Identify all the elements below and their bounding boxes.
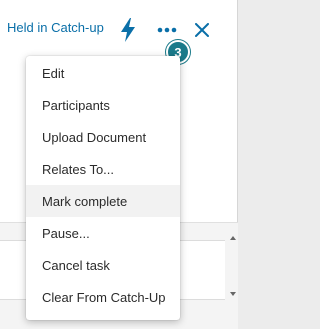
menu-item-upload-document[interactable]: Upload Document — [26, 121, 180, 153]
task-status-title[interactable]: Held in Catch-up — [7, 20, 104, 35]
lightning-bolt-button[interactable] — [118, 17, 138, 43]
menu-item-relates-to[interactable]: Relates To... — [26, 153, 180, 185]
menu-item-pause[interactable]: Pause... — [26, 217, 180, 249]
more-actions-button[interactable] — [155, 20, 179, 40]
scroll-down-arrow-icon[interactable] — [230, 292, 236, 296]
menu-item-mark-complete[interactable]: Mark complete — [26, 185, 180, 217]
lightning-bolt-icon — [121, 18, 135, 42]
actions-menu: Edit Participants Upload Document Relate… — [26, 56, 180, 320]
close-icon — [195, 23, 209, 37]
scroll-up-arrow-icon[interactable] — [230, 236, 236, 240]
menu-item-participants[interactable]: Participants — [26, 89, 180, 121]
menu-item-cancel-task[interactable]: Cancel task — [26, 249, 180, 281]
menu-item-clear-from-catch-up[interactable]: Clear From Catch-Up — [26, 281, 180, 313]
close-button[interactable] — [192, 20, 212, 40]
menu-item-edit[interactable]: Edit — [26, 57, 180, 89]
more-horizontal-icon — [157, 27, 177, 33]
